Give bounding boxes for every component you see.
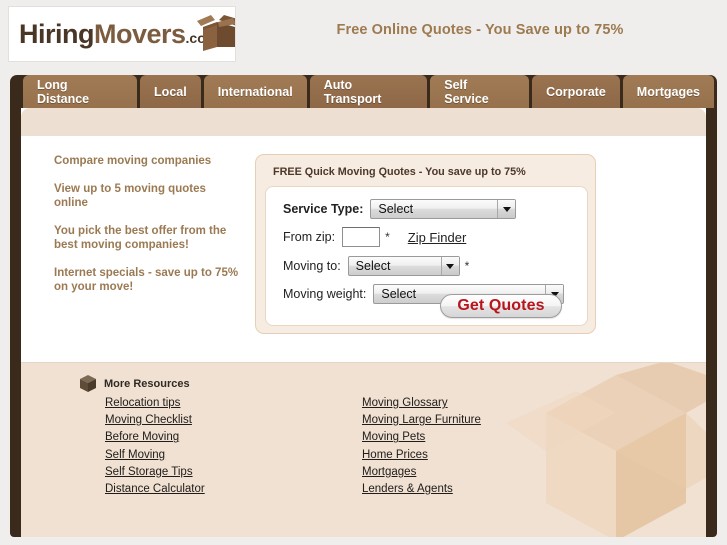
nav-tab-local[interactable]: Local <box>140 75 201 108</box>
resource-link[interactable]: Moving Pets <box>362 429 481 446</box>
logo-text-hiring: Hiring <box>19 19 95 49</box>
main-navigation: Long Distance Local International Auto T… <box>10 75 717 108</box>
content-frame: Compare moving companies View up to 5 mo… <box>10 108 717 537</box>
nav-tab-list: Long Distance Local International Auto T… <box>10 75 717 108</box>
nav-tab-label: Auto Transport <box>323 77 382 106</box>
get-quotes-label: Get Quotes <box>457 297 545 314</box>
resource-link[interactable]: Relocation tips <box>105 395 205 412</box>
nav-tab-corporate[interactable]: Corporate <box>532 75 620 108</box>
site-header: HiringMovers.com Free Online Quotes - Yo… <box>0 0 727 75</box>
resources-column-left: Relocation tips Moving Checklist Before … <box>105 395 205 498</box>
page-root: HiringMovers.com Free Online Quotes - Yo… <box>0 0 727 545</box>
from-zip-required-mark: * <box>385 230 390 244</box>
service-type-select[interactable]: Select <box>370 199 517 219</box>
quote-form-body: Service Type: Select From zip: * Zip Fin… <box>265 186 588 326</box>
from-zip-label: From zip: <box>283 230 336 244</box>
moving-to-row: Moving to: Select * <box>283 256 469 276</box>
nav-tab-label: Local <box>154 84 187 99</box>
nav-tab-international[interactable]: International <box>203 75 307 108</box>
resource-link[interactable]: Lenders & Agents <box>362 481 481 498</box>
resource-link[interactable]: Self Storage Tips <box>105 464 205 481</box>
box-watermark-graphic <box>506 363 706 537</box>
content-top-band <box>21 108 706 136</box>
cardboard-box-icon <box>197 15 235 51</box>
nav-tab-label: International <box>217 84 293 99</box>
resource-link[interactable]: Home Prices <box>362 447 481 464</box>
chevron-down-icon[interactable] <box>497 200 516 218</box>
more-resources-section: More Resources Relocation tips Moving Ch… <box>21 362 706 537</box>
from-zip-row: From zip: * Zip Finder <box>283 227 466 247</box>
benefit-item: Internet specials - save up to 75% on yo… <box>54 266 239 294</box>
moving-to-select[interactable]: Select <box>347 256 460 276</box>
service-type-label: Service Type: <box>283 202 364 216</box>
resource-link[interactable]: Distance Calculator <box>105 481 205 498</box>
moving-to-value: Select <box>355 259 391 273</box>
resource-link[interactable]: Before Moving <box>105 429 205 446</box>
benefits-list: Compare moving companies View up to 5 mo… <box>54 154 239 308</box>
logo-text-movers: Movers <box>94 19 186 49</box>
more-resources-label: More Resources <box>104 378 190 390</box>
resource-link[interactable]: Moving Glossary <box>362 395 481 412</box>
quote-form-title: FREE Quick Moving Quotes - You save up t… <box>273 166 526 178</box>
moving-to-label: Moving to: <box>283 259 341 273</box>
content-area: Compare moving companies View up to 5 mo… <box>21 108 706 537</box>
logo-wordmark: HiringMovers.com <box>19 18 218 54</box>
nav-tab-self-service[interactable]: Self Service <box>430 75 530 108</box>
site-logo[interactable]: HiringMovers.com <box>8 6 236 62</box>
resource-link[interactable]: Moving Large Furniture <box>362 412 481 429</box>
nav-tab-label: Corporate <box>546 84 606 99</box>
nav-tab-label: Long Distance <box>37 77 90 106</box>
service-type-value: Select <box>378 202 414 216</box>
get-quotes-button[interactable]: Get Quotes <box>440 294 562 318</box>
nav-tab-mortgages[interactable]: Mortgages <box>622 75 714 108</box>
service-type-row: Service Type: Select <box>283 199 517 219</box>
resources-column-right: Moving Glossary Moving Large Furniture M… <box>362 395 481 498</box>
moving-to-required-mark: * <box>464 259 470 273</box>
benefit-item: View up to 5 moving quotes online <box>54 182 206 210</box>
moving-weight-label: Moving weight: <box>283 287 367 301</box>
chevron-down-icon[interactable] <box>440 257 459 275</box>
resource-link[interactable]: Moving Checklist <box>105 412 205 429</box>
quote-form-panel: FREE Quick Moving Quotes - You save up t… <box>255 154 596 334</box>
from-zip-input[interactable] <box>342 227 381 247</box>
nav-tab-long-distance[interactable]: Long Distance <box>23 75 138 108</box>
resource-link[interactable]: Mortgages <box>362 464 481 481</box>
header-tagline: Free Online Quotes - You Save up to 75% <box>336 22 624 38</box>
benefit-item: You pick the best offer from the best mo… <box>54 224 227 252</box>
nav-tab-label: Self Service <box>444 77 489 106</box>
zip-finder-link[interactable]: Zip Finder <box>408 230 467 245</box>
benefit-item: Compare moving companies <box>54 155 212 167</box>
cube-icon <box>80 375 96 392</box>
nav-tab-auto-transport[interactable]: Auto Transport <box>309 75 428 108</box>
nav-tab-label: Mortgages <box>636 84 700 99</box>
more-resources-heading: More Resources <box>79 374 190 394</box>
resource-link[interactable]: Self Moving <box>105 447 205 464</box>
